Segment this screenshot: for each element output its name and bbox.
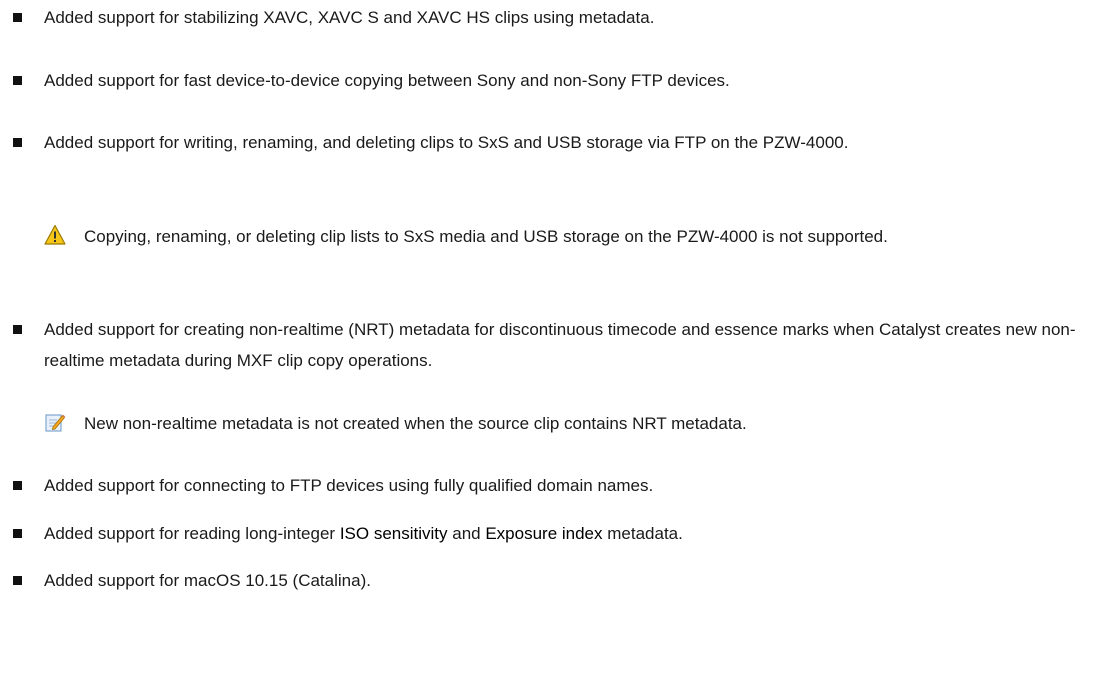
list-item-text: Added support for connecting to FTP devi… (44, 476, 654, 495)
bullet-marker (13, 13, 22, 22)
text-segment: and (447, 524, 486, 543)
list-item-text: Added support for creating non-realtime … (44, 320, 1076, 370)
list-item-text: Added support for stabilizing XAVC, XAVC… (44, 8, 655, 27)
bullet-marker (13, 325, 22, 334)
bullet-marker (13, 481, 22, 490)
bullet-marker (13, 576, 22, 585)
bullet-marker (13, 76, 22, 85)
iso-sensitivity-term: ISO sensitivity (339, 524, 448, 543)
note-pencil-icon (44, 411, 66, 433)
bullet-marker (13, 138, 22, 147)
warning-icon (44, 224, 66, 246)
exposure-index-term: Exposure index (485, 524, 603, 543)
warning-note-text: Copying, renaming, or deleting clip list… (84, 227, 888, 246)
list-item-text: Added support for macOS 10.15 (Catalina)… (44, 571, 371, 590)
info-note-text: New non-realtime metadata is not created… (84, 414, 747, 433)
list-item-text: Added support for writing, renaming, and… (44, 133, 849, 152)
text-segment: metadata. (602, 524, 683, 543)
text-segment: Added support for reading long-integer (44, 524, 340, 543)
list-item-text: Added support for fast device-to-device … (44, 71, 730, 90)
list-item-text: Added support for reading long-integer I… (44, 518, 1105, 549)
bullet-marker (13, 529, 22, 538)
release-notes-list: Added support for stabilizing XAVC, XAVC… (0, 0, 1115, 677)
